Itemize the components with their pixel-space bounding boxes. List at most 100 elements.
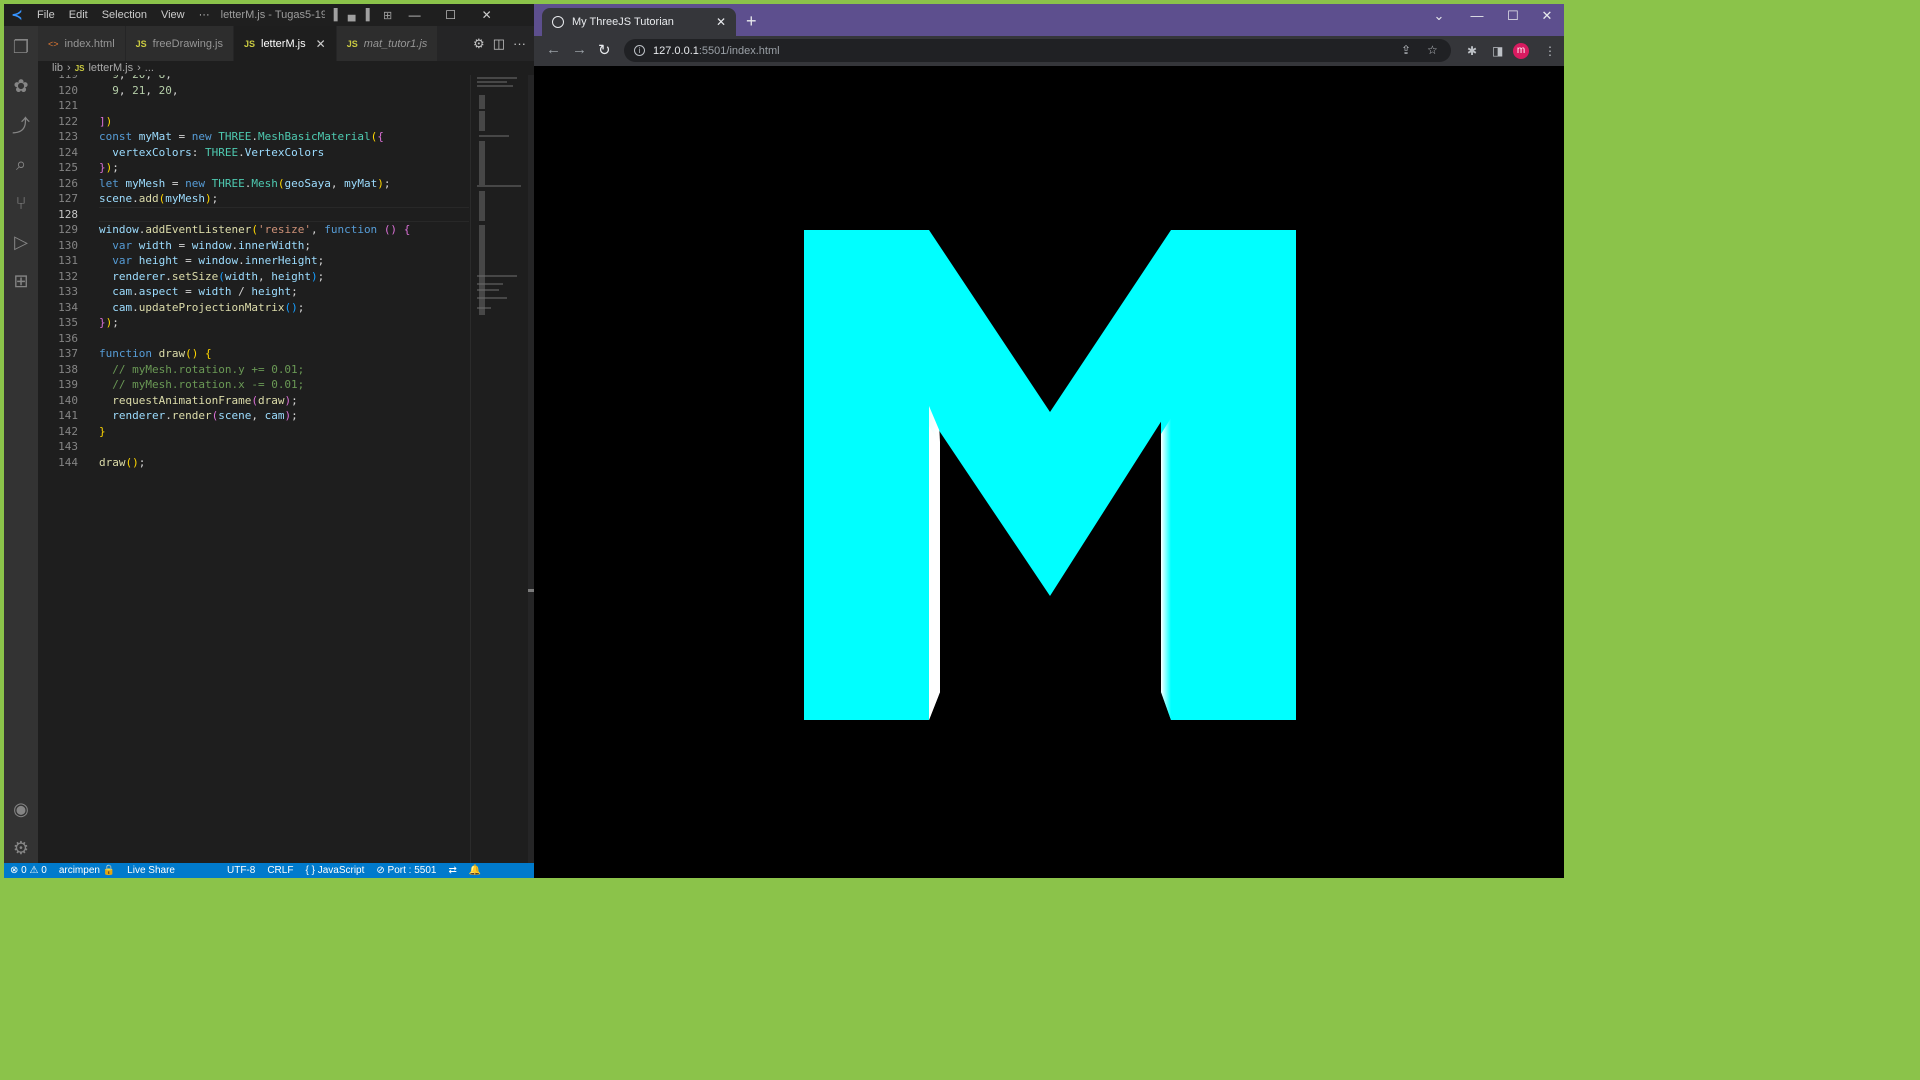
extensions-alt-icon[interactable]: ✿ bbox=[4, 69, 38, 103]
menu-view[interactable]: View bbox=[154, 9, 192, 21]
line-number: 141 bbox=[58, 409, 78, 422]
port-status[interactable]: ⊘ Port : 5501 bbox=[370, 865, 442, 876]
line-number: 121 bbox=[58, 99, 78, 112]
account-icon[interactable]: ◉ bbox=[4, 792, 38, 826]
close-window-button[interactable]: ✕ bbox=[1530, 8, 1564, 24]
code-line: } bbox=[99, 424, 106, 438]
language-mode[interactable]: { } JavaScript bbox=[299, 865, 370, 876]
feedback-icon[interactable]: ⇄ bbox=[442, 865, 462, 876]
extensions-icon[interactable]: ⊞ bbox=[4, 264, 38, 298]
search-icon[interactable]: ⌕ bbox=[4, 147, 38, 181]
line-number: 144 bbox=[58, 455, 78, 469]
line-number: 143 bbox=[58, 440, 78, 453]
gear-icon[interactable]: ⚙ bbox=[473, 36, 485, 52]
code-line: 9, 20, 8, bbox=[99, 75, 469, 83]
settings-gear-icon[interactable]: ⚙ bbox=[4, 831, 38, 865]
forward-arrow-icon[interactable]: → bbox=[572, 41, 587, 58]
customize-layout-icon[interactable]: ⊞ bbox=[379, 9, 397, 22]
minimize-button[interactable]: — bbox=[397, 8, 433, 22]
menu-kebab-icon[interactable]: ⋮ bbox=[1544, 44, 1556, 58]
toggle-sidebar-icon[interactable]: ▐ bbox=[325, 9, 343, 21]
line-number: 138 bbox=[58, 362, 78, 376]
split-editor-icon[interactable]: ◫ bbox=[493, 36, 505, 52]
window-title: letterM.js - Tugas5-1972020... bbox=[220, 9, 325, 21]
code-line bbox=[99, 206, 469, 222]
line-number: 136 bbox=[58, 331, 78, 345]
run-debug-icon[interactable]: ▷ bbox=[4, 225, 38, 259]
eol-status[interactable]: CRLF bbox=[261, 865, 299, 876]
breadcrumb-symbol[interactable]: ... bbox=[145, 62, 154, 74]
vscode-logo-icon: ≺ bbox=[11, 7, 23, 22]
source-control-icon[interactable]: ⑂ bbox=[4, 186, 38, 220]
new-tab-button[interactable]: + bbox=[746, 11, 757, 32]
chevron-right-icon: › bbox=[137, 62, 141, 74]
menu-file[interactable]: File bbox=[30, 9, 62, 21]
maximize-button[interactable]: ☐ bbox=[433, 8, 469, 22]
code-line: ]) bbox=[99, 114, 113, 128]
site-info-icon[interactable]: i bbox=[634, 45, 645, 56]
explorer-icon[interactable]: ❐ bbox=[4, 30, 38, 64]
tab-freedrawing-js[interactable]: JS freeDrawing.js bbox=[125, 26, 234, 61]
menu-edit[interactable]: Edit bbox=[62, 9, 95, 21]
encoding-status[interactable]: UTF-8 bbox=[221, 865, 261, 876]
url-host: 127.0.0.1 bbox=[653, 44, 699, 57]
toggle-panel-icon[interactable]: ▄ bbox=[343, 9, 361, 21]
breadcrumb-file[interactable]: letterM.js bbox=[88, 62, 133, 74]
close-tab-icon[interactable]: ✕ bbox=[316, 37, 326, 51]
html-icon: <> bbox=[48, 38, 59, 49]
branch-status[interactable]: arcimpen 🔒 bbox=[53, 865, 121, 876]
extensions-puzzle-icon[interactable]: ✱ bbox=[1467, 44, 1477, 58]
menu-more[interactable]: ··· bbox=[192, 9, 217, 21]
close-window-button[interactable]: ✕ bbox=[469, 8, 505, 22]
minimap[interactable] bbox=[470, 75, 528, 863]
code-line: scene.add(myMesh); bbox=[99, 192, 219, 205]
breadcrumb-folder[interactable]: lib bbox=[52, 62, 63, 74]
code-line: renderer.render(scene, cam); bbox=[112, 409, 298, 422]
line-number: 132 bbox=[58, 269, 78, 283]
remote-icon[interactable]: ⤴ bbox=[4, 108, 38, 142]
address-bar[interactable]: i 127.0.0.1 :5501/index.html ⇪ ☆ bbox=[624, 39, 1451, 62]
m-right-leg-shade bbox=[1161, 418, 1171, 720]
line-number: 127 bbox=[58, 192, 78, 205]
code-line: draw(); bbox=[99, 455, 146, 469]
live-share-button[interactable]: Live Share bbox=[121, 865, 181, 876]
tab-letterm-js[interactable]: JS letterM.js ✕ bbox=[233, 26, 337, 61]
line-number: 131 bbox=[58, 254, 78, 267]
line-number: 128 bbox=[58, 207, 78, 221]
code-lines[interactable]: 9, 20, 8, 9, 21, 20, ]) const myMat = ne… bbox=[99, 75, 469, 470]
code-line: vertexColors: THREE.VertexColors bbox=[112, 145, 325, 159]
side-panel-icon[interactable]: ◨ bbox=[1492, 44, 1503, 58]
more-actions-icon[interactable]: ··· bbox=[513, 36, 526, 51]
menu-selection[interactable]: Selection bbox=[95, 9, 154, 21]
line-number: 135 bbox=[58, 316, 78, 329]
activity-bar: ❐ ✿ ⤴ ⌕ ⑂ ▷ ⊞ ◉ ⚙ bbox=[4, 26, 38, 863]
back-arrow-icon[interactable]: ← bbox=[546, 41, 561, 58]
maximize-button[interactable]: ☐ bbox=[1496, 8, 1530, 24]
reload-icon[interactable]: ↻ bbox=[598, 41, 611, 59]
minimize-button[interactable]: — bbox=[1460, 8, 1494, 23]
bookmark-star-icon[interactable]: ☆ bbox=[1427, 43, 1438, 57]
toggle-secondary-sidebar-icon[interactable]: ▌ bbox=[361, 9, 379, 21]
line-number: 129 bbox=[58, 223, 78, 236]
problems-status[interactable]: ⊗ 0 ⚠ 0 bbox=[4, 865, 53, 876]
share-icon[interactable]: ⇪ bbox=[1401, 43, 1411, 57]
line-number: 134 bbox=[58, 300, 78, 314]
line-number: 137 bbox=[58, 347, 78, 360]
tab-index-html[interactable]: <> index.html bbox=[38, 26, 126, 61]
close-tab-icon[interactable]: ✕ bbox=[716, 15, 726, 29]
code-editor[interactable]: 119 120 121 122 123 124 125 126 127 128 … bbox=[38, 75, 470, 863]
notifications-icon[interactable]: 🔔 bbox=[463, 865, 487, 876]
browser-tab[interactable]: My ThreeJS Tutorian ✕ bbox=[542, 8, 736, 36]
line-number: 139 bbox=[58, 378, 78, 391]
js-icon: JS bbox=[243, 38, 255, 49]
avatar[interactable]: m bbox=[1513, 43, 1529, 59]
line-number: 126 bbox=[58, 176, 78, 190]
code-line: cam.updateProjectionMatrix(); bbox=[112, 300, 305, 314]
tab-mat-tutor1-js[interactable]: JS mat_tutor1.js bbox=[336, 26, 439, 61]
line-number-gutter: 119 120 121 122 123 124 125 126 127 128 … bbox=[38, 75, 78, 470]
code-line: }); bbox=[99, 161, 119, 174]
tab-search-icon[interactable]: ⌄ bbox=[1422, 8, 1456, 24]
